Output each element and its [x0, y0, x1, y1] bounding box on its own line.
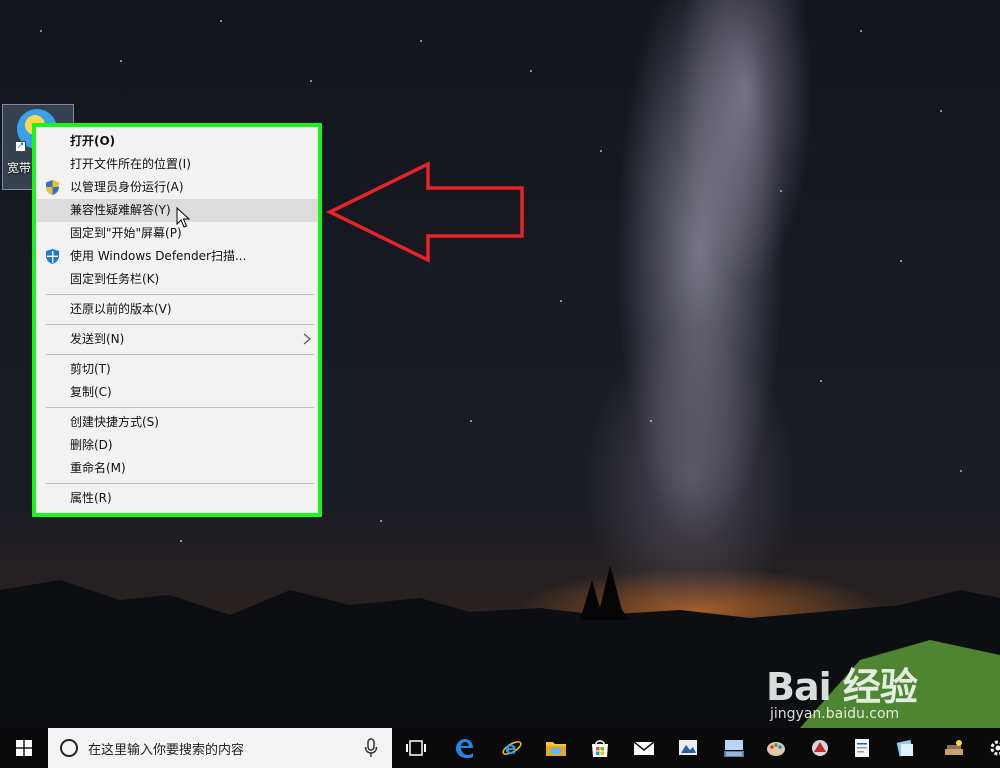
edge-icon: [456, 739, 473, 758]
watermark-logo: Bai 经验: [766, 665, 918, 709]
menu-item-label: 属性(R): [70, 491, 112, 505]
taskbar-keyboard-app[interactable]: [712, 728, 756, 768]
uac-shield-icon: [46, 180, 59, 195]
taskbar-app[interactable]: [798, 728, 842, 768]
taskbar: 在这里输入你要搜索的内容 e: [0, 728, 1000, 768]
menu-separator: [46, 483, 314, 484]
taskbar-paint[interactable]: [754, 728, 798, 768]
ie-icon: e: [502, 739, 522, 759]
menu-item-run-as-admin[interactable]: 以管理员身份运行(A): [36, 176, 318, 199]
menu-item-label: 兼容性疑难解答(Y): [70, 203, 171, 217]
mouse-cursor-icon: [176, 207, 190, 228]
menu-item-label: 打开文件所在的位置(I): [70, 157, 191, 171]
start-button[interactable]: [0, 728, 48, 768]
menu-separator: [46, 324, 314, 325]
desktop-icon-label: 宽带: [7, 161, 32, 175]
taskbar-mail[interactable]: [622, 728, 666, 768]
menu-item-copy[interactable]: 复制(C): [36, 381, 318, 404]
mail-icon: [633, 741, 655, 755]
menu-separator: [46, 354, 314, 355]
taskbar-search-box[interactable]: 在这里输入你要搜索的内容: [48, 728, 392, 768]
taskbar-file-explorer[interactable]: [534, 728, 578, 768]
menu-item-delete[interactable]: 删除(D): [36, 434, 318, 457]
menu-item-label: 固定到"开始"屏幕(P): [70, 226, 182, 240]
menu-item-label: 以管理员身份运行(A): [70, 180, 184, 194]
menu-item-create-shortcut[interactable]: 创建快捷方式(S): [36, 411, 318, 434]
taskbar-sound-app[interactable]: [932, 728, 976, 768]
menu-item-label: 使用 Windows Defender扫描...: [70, 249, 247, 263]
file-explorer-icon: [546, 742, 566, 756]
photo-icon: [679, 740, 697, 755]
menu-item-label: 重命名(M): [70, 461, 126, 475]
app-icon: [812, 740, 828, 756]
store-icon: [592, 740, 608, 757]
doc-icon: [855, 739, 869, 757]
red-arrow-annotation: [326, 161, 524, 263]
menu-separator: [46, 407, 314, 408]
windows-defender-icon: [46, 249, 59, 264]
svg-text:e: e: [505, 739, 517, 759]
menu-item-pin-to-taskbar[interactable]: 固定到任务栏(K): [36, 268, 318, 291]
taskbar-store[interactable]: [578, 728, 622, 768]
folder-icon: [896, 739, 914, 757]
menu-item-label: 删除(D): [70, 438, 113, 452]
taskbar-document[interactable]: [840, 728, 884, 768]
taskbar-photos[interactable]: [666, 728, 710, 768]
keyboard-icon: [724, 740, 744, 757]
context-menu: 打开(O) 打开文件所在的位置(I) 以管理员身份运行(A) 兼容性疑难解答(Y…: [32, 123, 322, 517]
sound-icon: [945, 740, 963, 755]
chevron-right-icon: [303, 333, 311, 345]
menu-item-restore-previous-versions[interactable]: 还原以前的版本(V): [36, 298, 318, 321]
menu-item-open[interactable]: 打开(O): [36, 130, 318, 153]
menu-item-properties[interactable]: 属性(R): [36, 487, 318, 510]
menu-item-label: 剪切(T): [70, 362, 111, 376]
microphone-icon[interactable]: [364, 738, 378, 758]
menu-item-send-to[interactable]: 发送到(N): [36, 328, 318, 351]
menu-item-label: 打开(O): [70, 134, 116, 148]
taskbar-edge[interactable]: [442, 728, 486, 768]
menu-separator: [46, 294, 314, 295]
taskbar-settings[interactable]: [976, 728, 1000, 768]
task-view-icon: [406, 740, 426, 756]
menu-item-label: 固定到任务栏(K): [70, 272, 160, 286]
watermark-url: jingyan.baidu.com: [770, 706, 900, 722]
cortana-icon: [60, 739, 78, 757]
shortcut-arrow-icon: ↗: [15, 141, 26, 152]
paint-icon: [767, 742, 785, 756]
menu-item-rename[interactable]: 重命名(M): [36, 457, 318, 480]
menu-item-label: 发送到(N): [70, 332, 125, 346]
taskbar-folder-app[interactable]: [884, 728, 928, 768]
menu-item-cut[interactable]: 剪切(T): [36, 358, 318, 381]
windows-logo-icon: [16, 740, 32, 756]
taskbar-internet-explorer[interactable]: e: [490, 728, 534, 768]
settings-icon: [990, 740, 1000, 756]
task-view-button[interactable]: [394, 728, 438, 768]
menu-item-defender-scan[interactable]: 使用 Windows Defender扫描...: [36, 245, 318, 268]
baidu-jingyan-watermark: Bai 经验 jingyan.baidu.com: [752, 656, 992, 726]
menu-item-label: 复制(C): [70, 385, 112, 399]
menu-item-open-file-location[interactable]: 打开文件所在的位置(I): [36, 153, 318, 176]
search-placeholder: 在这里输入你要搜索的内容: [88, 743, 245, 758]
menu-item-label: 创建快捷方式(S): [70, 415, 159, 429]
menu-item-label: 还原以前的版本(V): [70, 302, 172, 316]
